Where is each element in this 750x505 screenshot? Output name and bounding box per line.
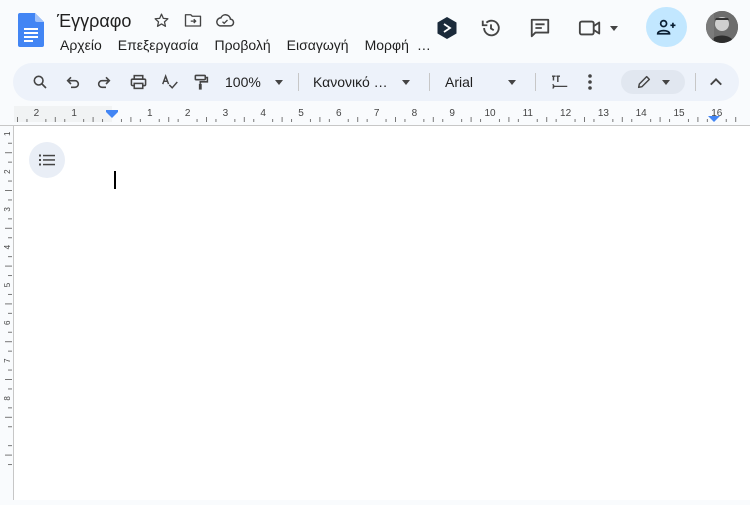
chevron-down-icon [508,79,517,85]
menu-edit[interactable]: Επεξεργασία [110,34,207,56]
outline-list-icon [39,154,55,166]
chevron-down-icon [401,79,410,85]
ruler-label: 3 [223,108,229,119]
ruler-label: 7 [374,108,380,119]
ruler-label: 2 [185,108,191,119]
redo-icon [97,76,111,89]
ruler-ticks: 2 1 1 2 3 4 5 6 7 8 9 10 11 12 13 14 15 16 [14,106,737,122]
paint-format-button[interactable] [190,70,212,94]
font-value: Arial [445,74,474,90]
ruler-label: 5 [298,108,304,119]
add-person-icon [656,19,675,35]
vertical-ruler-label: 3 [3,207,12,212]
ruler-label: 15 [673,108,685,119]
share-button[interactable] [646,7,687,47]
ruler-label: 2 [34,108,40,119]
editing-mode-button[interactable] [621,70,685,94]
text-format-icon [552,75,568,89]
chevron-up-icon [710,78,722,86]
paint-roller-icon [194,74,209,90]
ruler-label: 6 [336,108,342,119]
ruler-label: 12 [560,108,572,119]
undo-button[interactable] [62,70,84,94]
comments-button[interactable] [520,8,560,48]
ruler-label: 10 [484,108,496,119]
undo-icon [66,76,80,89]
document-title[interactable]: Έγγραφο [57,10,131,32]
cloud-saved-icon[interactable] [215,10,235,30]
pencil-icon [637,75,651,89]
hide-menus-button[interactable] [705,70,727,94]
vertical-ruler-label: 4 [3,244,12,249]
top-bar: Έγγραφο Αρχείο Επεξεργασία Προβολή Εισαγ… [0,0,750,58]
avatar[interactable] [706,11,738,43]
vertical-ruler-label: 8 [3,396,12,401]
video-camera-icon [578,20,601,36]
vertical-ruler-label: 5 [3,282,12,287]
menu-file[interactable]: Αρχείο [52,34,110,56]
chevron-down-icon [274,79,283,85]
toolbar-divider [298,73,299,91]
history-icon [481,19,500,37]
font-select[interactable]: Arial [445,70,525,94]
menu-view[interactable]: Προβολή [206,34,278,56]
more-vert-icon [588,74,592,90]
menu-format[interactable]: Μορφή [357,34,417,56]
right-indent-marker[interactable] [708,116,720,122]
chevron-down-icon [662,79,670,85]
vertical-ruler-label: 2 [3,169,12,174]
redo-button[interactable] [93,70,115,94]
title-actions [151,10,235,30]
ruler-label: 14 [636,108,648,119]
menu-insert[interactable]: Εισαγωγή [279,34,357,56]
move-to-folder-icon[interactable] [183,10,203,30]
vertical-ruler-ticks: 1 2 3 4 5 6 7 8 [3,131,12,466]
ruler-label: 13 [598,108,610,119]
paragraph-style-value: Κανονικό … [313,74,388,90]
spellcheck-icon [162,74,178,89]
text-cursor [114,171,116,189]
chevron-down-icon [610,25,618,31]
comment-icon [530,18,550,38]
extension-hexagon-icon [437,17,457,39]
ruler-label: 1 [71,108,77,119]
spell-check-button[interactable] [159,70,181,94]
ruler-label: 1 [147,108,153,119]
ruler-label: 11 [523,108,534,119]
search-icon [33,75,47,89]
document-page[interactable] [14,126,750,500]
print-button[interactable] [127,70,149,94]
toolbar-divider [695,73,696,91]
document-outline-button[interactable] [29,142,65,178]
star-icon[interactable] [151,10,171,30]
paragraph-style-select[interactable]: Κανονικό … [313,70,417,94]
ruler-label: 8 [412,108,418,119]
text-format-button[interactable] [549,70,571,94]
zoom-select[interactable]: 100% [225,70,289,94]
first-line-indent-marker[interactable] [106,110,118,112]
zoom-value: 100% [225,74,261,90]
docs-logo-icon[interactable] [18,13,44,47]
formatting-toolbar: 100% Κανονικό … Arial [13,63,739,101]
extension-button[interactable] [427,8,467,48]
vertical-ruler[interactable]: 1 2 3 4 5 6 7 8 [0,126,14,500]
ruler-left-margin [14,106,112,122]
more-options-button[interactable] [579,70,601,94]
version-history-button[interactable] [471,8,511,48]
profile-photo-icon [706,11,738,43]
search-menus-button[interactable] [29,70,51,94]
vertical-ruler-label: 1 [3,131,12,136]
meet-button[interactable] [578,8,628,48]
ruler-label: 4 [260,108,266,119]
vertical-ruler-label: 7 [3,358,12,363]
toolbar-divider [429,73,430,91]
vertical-ruler-label: 6 [3,320,12,325]
printer-icon [130,74,146,90]
horizontal-ruler[interactable]: 2 1 1 2 3 4 5 6 7 8 9 10 11 12 13 14 15 16 [0,104,750,126]
toolbar-divider [535,73,536,91]
ruler-label: 9 [449,108,455,119]
menu-bar: Αρχείο Επεξεργασία Προβολή Εισαγωγή Μορφ… [52,34,439,56]
